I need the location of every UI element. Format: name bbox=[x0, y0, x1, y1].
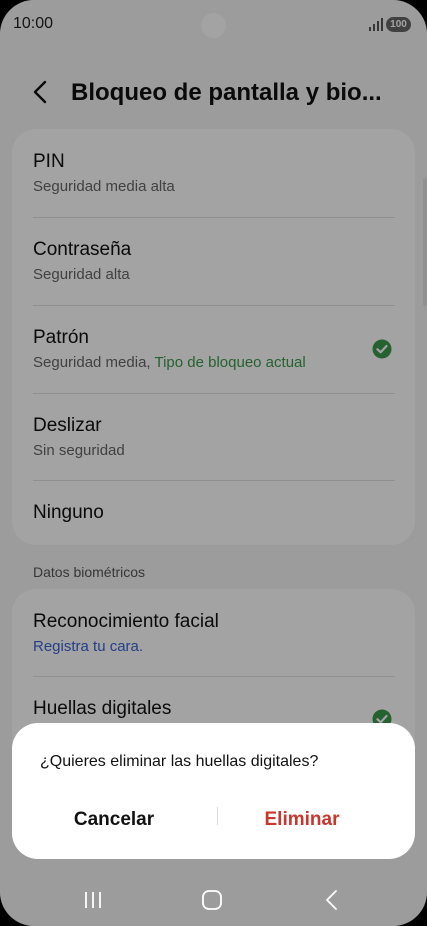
nav-back-icon bbox=[326, 890, 337, 910]
dialog-message: ¿Quieres eliminar las huellas digitales? bbox=[40, 753, 319, 770]
home-icon bbox=[202, 890, 222, 910]
recents-icon bbox=[85, 892, 101, 908]
phone-screen: 10:00 100 Bloqueo de pantalla y bio... P… bbox=[0, 0, 427, 926]
cancel-button[interactable]: Cancelar bbox=[14, 803, 214, 837]
navigation-bar bbox=[0, 866, 427, 926]
delete-button[interactable]: Eliminar bbox=[202, 803, 402, 837]
delete-fingerprints-dialog: ¿Quieres eliminar las huellas digitales?… bbox=[12, 723, 415, 859]
nav-back-button[interactable] bbox=[314, 886, 350, 914]
recents-button[interactable] bbox=[75, 886, 111, 914]
home-button[interactable] bbox=[194, 886, 230, 914]
